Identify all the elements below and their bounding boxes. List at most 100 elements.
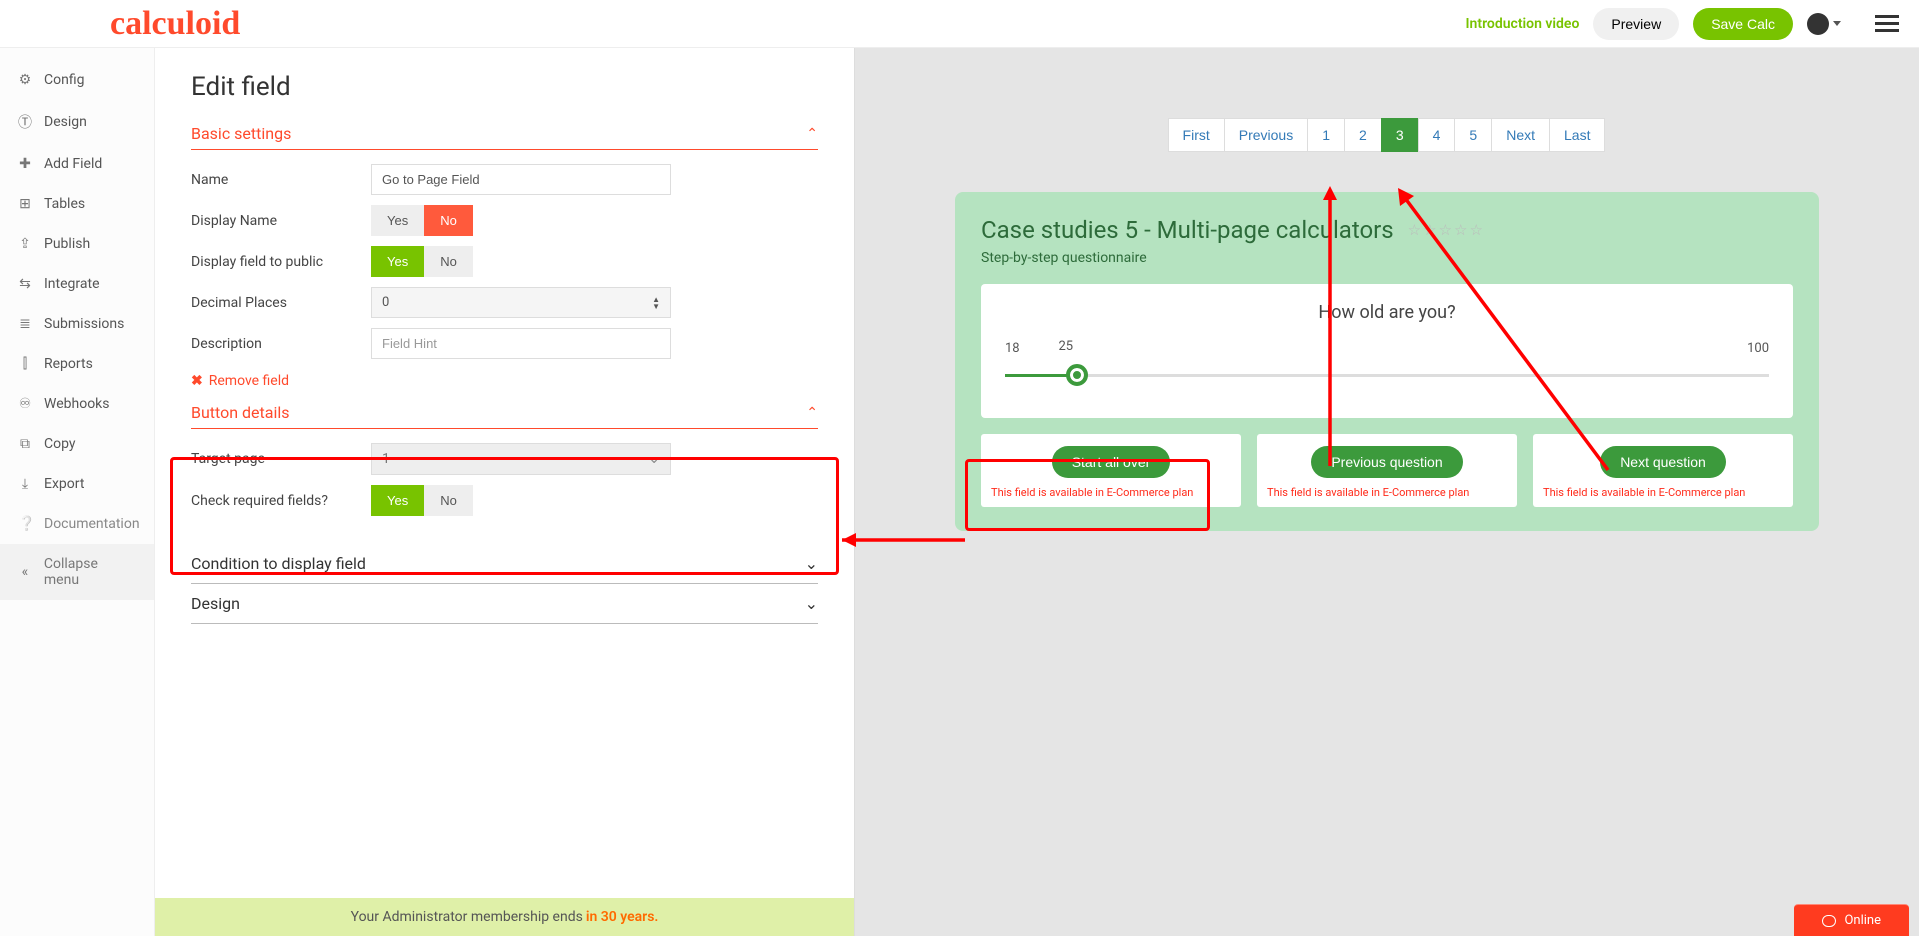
sidebar-item-export[interactable]: ⤓Export xyxy=(0,464,154,504)
integrate-icon: ⇆ xyxy=(18,276,32,292)
caret-down-icon xyxy=(1833,21,1841,26)
calc-subtitle: Step-by-step questionnaire xyxy=(981,250,1793,266)
section-condition[interactable]: Condition to display field ⌄ xyxy=(191,544,818,584)
name-input[interactable] xyxy=(371,164,671,195)
chevron-up-icon: ⌃ xyxy=(806,126,818,142)
chevron-down-icon: ⌄ xyxy=(805,554,818,573)
page-next[interactable]: Next xyxy=(1491,118,1550,152)
submissions-icon: ≣ xyxy=(18,316,32,332)
sidebar-item-reports[interactable]: ⫿Reports xyxy=(0,344,154,384)
row-description: Description xyxy=(191,328,818,359)
slider-min: 18 xyxy=(1005,341,1020,356)
page-previous[interactable]: Previous xyxy=(1224,118,1308,152)
sidebar-item-copy[interactable]: ⧉Copy xyxy=(0,424,154,464)
close-icon: ✖ xyxy=(191,373,203,389)
chevron-down-icon: ⌄ xyxy=(648,451,660,467)
help-icon: ❔ xyxy=(18,516,32,532)
chat-icon xyxy=(1822,915,1836,927)
start-over-button[interactable]: Start all over xyxy=(1052,446,1171,478)
topbar-right: Introduction video Preview Save Calc xyxy=(1466,8,1899,40)
sidebar-item-collapse[interactable]: «Collapse menu xyxy=(0,544,154,600)
check-required-yes[interactable]: Yes xyxy=(371,485,424,516)
chevron-up-icon: ⌃ xyxy=(806,405,818,421)
user-menu[interactable] xyxy=(1807,13,1841,35)
edit-title: Edit field xyxy=(191,72,818,102)
design-icon: Ⓣ xyxy=(18,112,32,132)
row-check-required: Check required fields? Yes No xyxy=(191,485,818,516)
slider-fill xyxy=(1005,374,1074,377)
sidebar-item-add-field[interactable]: ✚Add Field xyxy=(0,144,154,184)
sidebar-item-webhooks[interactable]: ♾Webhooks xyxy=(0,384,154,424)
collapse-icon: « xyxy=(18,564,32,580)
display-name-yes[interactable]: Yes xyxy=(371,205,424,236)
next-question-button[interactable]: Next question xyxy=(1600,446,1726,478)
page-5[interactable]: 5 xyxy=(1454,118,1492,152)
age-slider[interactable] xyxy=(1005,360,1769,390)
ecommerce-note: This field is available in E-Commerce pl… xyxy=(991,486,1231,499)
pagination: First Previous 1 2 3 4 5 Next Last xyxy=(955,118,1819,152)
table-icon: ⊞ xyxy=(18,196,32,212)
remove-field-link[interactable]: ✖ Remove field xyxy=(191,373,289,389)
slider-labels: 18 25 100 xyxy=(1005,341,1769,356)
sidebar-item-publish[interactable]: ⇪Publish xyxy=(0,224,154,264)
display-public-toggle: Yes No xyxy=(371,246,473,277)
check-required-no[interactable]: No xyxy=(424,485,473,516)
hamburger-icon[interactable] xyxy=(1875,15,1899,32)
sidebar: ⚙Config ⓉDesign ✚Add Field ⊞Tables ⇪Publ… xyxy=(0,48,155,936)
prev-question-button[interactable]: Previous question xyxy=(1311,446,1462,478)
topbar: calculoid Introduction video Preview Sav… xyxy=(0,0,1919,48)
row-name: Name xyxy=(191,164,818,195)
avatar-icon xyxy=(1807,13,1829,35)
display-public-no[interactable]: No xyxy=(424,246,473,277)
rating-stars[interactable]: ☆☆☆☆☆ xyxy=(1408,221,1485,239)
description-input[interactable] xyxy=(371,328,671,359)
page-4[interactable]: 4 xyxy=(1418,118,1456,152)
page-first[interactable]: First xyxy=(1168,118,1225,152)
section-basic-settings[interactable]: Basic settings ⌃ xyxy=(191,124,818,150)
row-decimal: Decimal Places 0 ▲▼ xyxy=(191,287,818,318)
sidebar-item-submissions[interactable]: ≣Submissions xyxy=(0,304,154,344)
copy-icon: ⧉ xyxy=(18,436,32,452)
sidebar-item-tables[interactable]: ⊞Tables xyxy=(0,184,154,224)
membership-footer: Your Administrator membership ends in 30… xyxy=(155,898,854,936)
sidebar-item-config[interactable]: ⚙Config xyxy=(0,60,154,100)
page-1[interactable]: 1 xyxy=(1307,118,1345,152)
decimal-input[interactable]: 0 ▲▼ xyxy=(371,287,671,318)
page-2[interactable]: 2 xyxy=(1344,118,1382,152)
display-name-toggle: Yes No xyxy=(371,205,473,236)
display-name-no[interactable]: No xyxy=(424,205,473,236)
question-text: How old are you? xyxy=(1005,302,1769,323)
row-display-name: Display Name Yes No xyxy=(191,205,818,236)
preview-pane: First Previous 1 2 3 4 5 Next Last Case … xyxy=(855,48,1919,936)
calc-title: Case studies 5 - Multi-page calculators … xyxy=(981,216,1793,244)
online-chat-widget[interactable]: Online xyxy=(1794,904,1909,936)
check-required-toggle: Yes No xyxy=(371,485,473,516)
sidebar-item-design[interactable]: ⓉDesign xyxy=(0,100,154,144)
save-calc-button[interactable]: Save Calc xyxy=(1693,8,1793,40)
sidebar-item-integrate[interactable]: ⇆Integrate xyxy=(0,264,154,304)
display-public-yes[interactable]: Yes xyxy=(371,246,424,277)
target-page-select[interactable]: 1 ⌄ xyxy=(371,443,671,475)
preview-button[interactable]: Preview xyxy=(1593,8,1679,40)
button-row: Start all over This field is available i… xyxy=(981,434,1793,507)
spinner-icon[interactable]: ▲▼ xyxy=(652,296,660,310)
slider-knob[interactable] xyxy=(1066,364,1088,386)
section-button-details[interactable]: Button details ⌃ xyxy=(191,403,818,429)
calculator-card: Case studies 5 - Multi-page calculators … xyxy=(955,192,1819,531)
row-display-public: Display field to public Yes No xyxy=(191,246,818,277)
reports-icon: ⫿ xyxy=(18,356,32,372)
edit-panel: Edit field Basic settings ⌃ Name Display… xyxy=(155,48,855,936)
page-3[interactable]: 3 xyxy=(1381,118,1419,152)
chevron-down-icon: ⌄ xyxy=(805,594,818,613)
section-design[interactable]: Design ⌄ xyxy=(191,584,818,624)
gear-icon: ⚙ xyxy=(18,72,32,88)
slider-max: 100 xyxy=(1747,341,1769,356)
question-card: How old are you? 18 25 100 xyxy=(981,284,1793,418)
sidebar-item-documentation[interactable]: ❔Documentation xyxy=(0,504,154,544)
webhooks-icon: ♾ xyxy=(18,396,32,412)
start-over-card: Start all over This field is available i… xyxy=(981,434,1241,507)
page-last[interactable]: Last xyxy=(1549,118,1605,152)
intro-video-link[interactable]: Introduction video xyxy=(1466,16,1580,32)
row-target-page: Target page 1 ⌄ xyxy=(191,443,818,475)
ecommerce-note: This field is available in E-Commerce pl… xyxy=(1543,486,1783,499)
